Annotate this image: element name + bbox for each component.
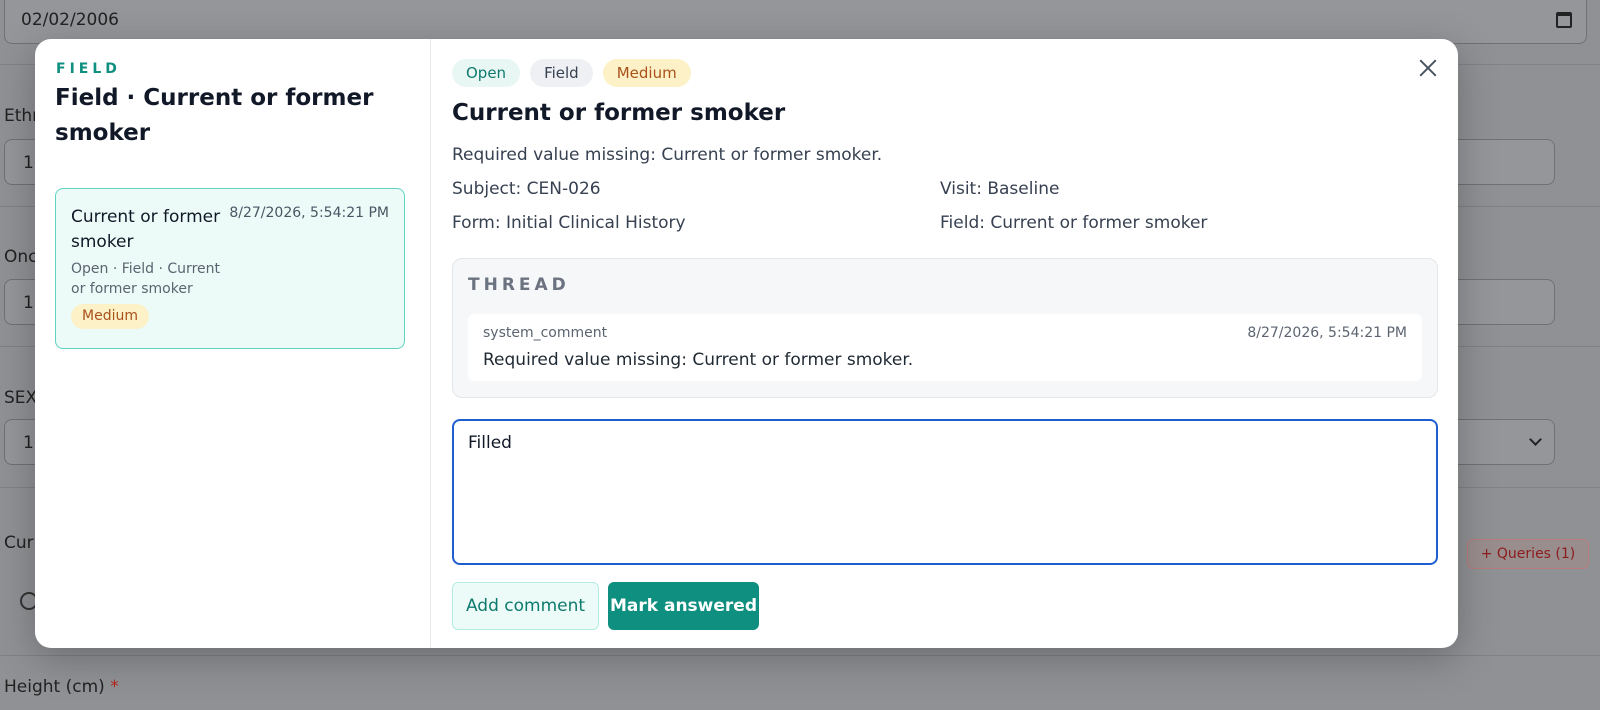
sex-label: SEX	[4, 388, 38, 408]
divider	[0, 655, 1600, 656]
query-list-item[interactable]: Current or former smoker 8/27/2026, 5:54…	[55, 188, 405, 349]
date-value: 02/02/2006	[21, 10, 119, 30]
queries-button[interactable]: + Queries (1)	[1467, 539, 1589, 569]
thread-heading: THREAD	[468, 275, 570, 295]
priority-badge: Medium	[71, 304, 149, 329]
field-info: Field: Current or former smoker	[940, 213, 1208, 233]
sidebar-title: Field · Current or former smoker	[55, 85, 374, 146]
smoker-label: Cur	[4, 533, 34, 553]
query-sidebar: FIELD Field · Current or former smoker C…	[35, 39, 431, 648]
close-icon[interactable]	[1416, 56, 1440, 80]
height-label-text: Height (cm)	[4, 677, 105, 697]
comment-author: system_comment	[483, 325, 608, 341]
query-item-name: Current or former smoker	[71, 207, 221, 252]
reply-textarea[interactable]: Filled	[452, 419, 1438, 565]
query-item-meta: Open · Field · Current or former smoker	[71, 261, 220, 297]
query-modal: FIELD Field · Current or former smoker C…	[35, 39, 1458, 648]
query-item-timestamp: 8/27/2026, 5:54:21 PM	[229, 205, 389, 221]
query-description: Required value missing: Current or forme…	[452, 145, 883, 165]
comment-thread: THREAD system_comment 8/27/2026, 5:54:21…	[452, 258, 1438, 398]
visit-info: Visit: Baseline	[940, 179, 1060, 199]
comment-body: Required value missing: Current or forme…	[483, 350, 914, 370]
calendar-icon[interactable]	[1556, 12, 1572, 28]
onc-label: Onc	[4, 247, 38, 267]
query-badges: Open Field Medium	[452, 59, 691, 87]
type-badge: Field	[530, 59, 593, 87]
date-input[interactable]: 02/02/2006	[4, 0, 1587, 44]
mark-answered-button[interactable]: Mark answered	[608, 582, 759, 630]
sidebar-eyebrow: FIELD	[56, 61, 121, 77]
priority-badge: Medium	[602, 59, 691, 87]
thread-comment: system_comment 8/27/2026, 5:54:21 PM Req…	[468, 314, 1422, 381]
status-badge: Open	[452, 59, 521, 87]
sex-value: 1	[23, 433, 34, 453]
chevron-down-icon	[1529, 433, 1542, 446]
height-label: Height (cm) *	[4, 677, 119, 697]
subject-info: Subject: CEN-026	[452, 179, 601, 199]
add-comment-button[interactable]: Add comment	[452, 582, 599, 630]
query-detail: Open Field Medium Current or former smok…	[432, 39, 1458, 648]
query-title: Current or former smoker	[452, 100, 786, 126]
comment-timestamp: 8/27/2026, 5:54:21 PM	[1247, 325, 1407, 341]
required-mark: *	[110, 677, 119, 697]
form-info: Form: Initial Clinical History	[452, 213, 686, 233]
